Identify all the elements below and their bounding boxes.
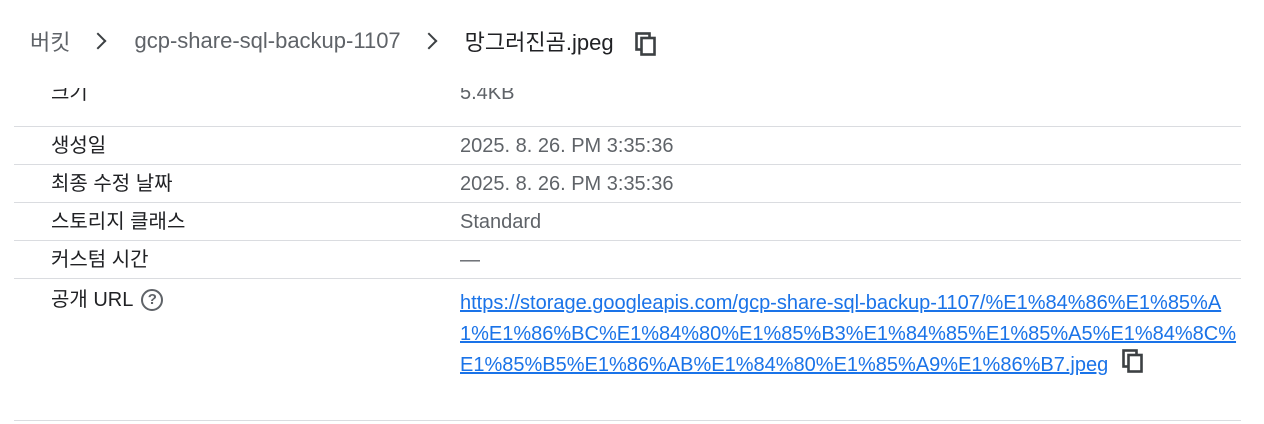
- detail-label: 스토리지 클래스: [51, 211, 186, 233]
- detail-label: 크기: [51, 88, 88, 104]
- detail-label-public-url: 공개 URL ?: [14, 288, 460, 420]
- copy-icon[interactable]: [1121, 348, 1144, 379]
- detail-row-size: 크기 5.4KB: [14, 88, 1241, 127]
- detail-value-public-url: https://storage.googleapis.com/gcp-share…: [460, 288, 1241, 420]
- detail-label: 공개 URL: [51, 289, 134, 311]
- detail-value: 2025. 8. 26. PM 3:35:36: [460, 135, 674, 157]
- breadcrumb: 버킷 gcp-share-sql-backup-1107 망그러진곰.jpeg: [0, 0, 1264, 82]
- detail-row-created: 생성일 2025. 8. 26. PM 3:35:36: [14, 127, 1241, 165]
- object-details-table: 크기 5.4KB 생성일 2025. 8. 26. PM 3:35:36 최종 …: [14, 88, 1241, 421]
- detail-row-storage-class: 스토리지 클래스 Standard: [14, 203, 1241, 241]
- public-url-link[interactable]: https://storage.googleapis.com/gcp-share…: [460, 292, 1236, 376]
- copy-icon[interactable]: [632, 30, 660, 58]
- detail-value: 5.4KB: [460, 88, 515, 104]
- breadcrumb-bucket-link[interactable]: gcp-share-sql-backup-1107: [134, 28, 400, 54]
- detail-label: 커스텀 시간: [51, 249, 149, 271]
- chevron-right-icon: [420, 32, 438, 50]
- detail-label: 생성일: [51, 135, 107, 157]
- breadcrumb-buckets-link[interactable]: 버킷: [30, 25, 70, 57]
- breadcrumb-object-name: 망그러진곰.jpeg: [464, 30, 614, 55]
- chevron-right-icon: [89, 32, 107, 50]
- detail-row-modified: 최종 수정 날짜 2025. 8. 26. PM 3:35:36: [14, 165, 1241, 203]
- detail-label: 최종 수정 날짜: [51, 173, 173, 195]
- detail-value: —: [460, 249, 480, 271]
- detail-value: 2025. 8. 26. PM 3:35:36: [460, 173, 674, 195]
- detail-row-public-url: 공개 URL ? https://storage.googleapis.com/…: [14, 279, 1241, 421]
- detail-row-custom-time: 커스텀 시간 —: [14, 241, 1241, 279]
- help-icon[interactable]: ?: [141, 289, 164, 311]
- detail-value: Standard: [460, 211, 542, 233]
